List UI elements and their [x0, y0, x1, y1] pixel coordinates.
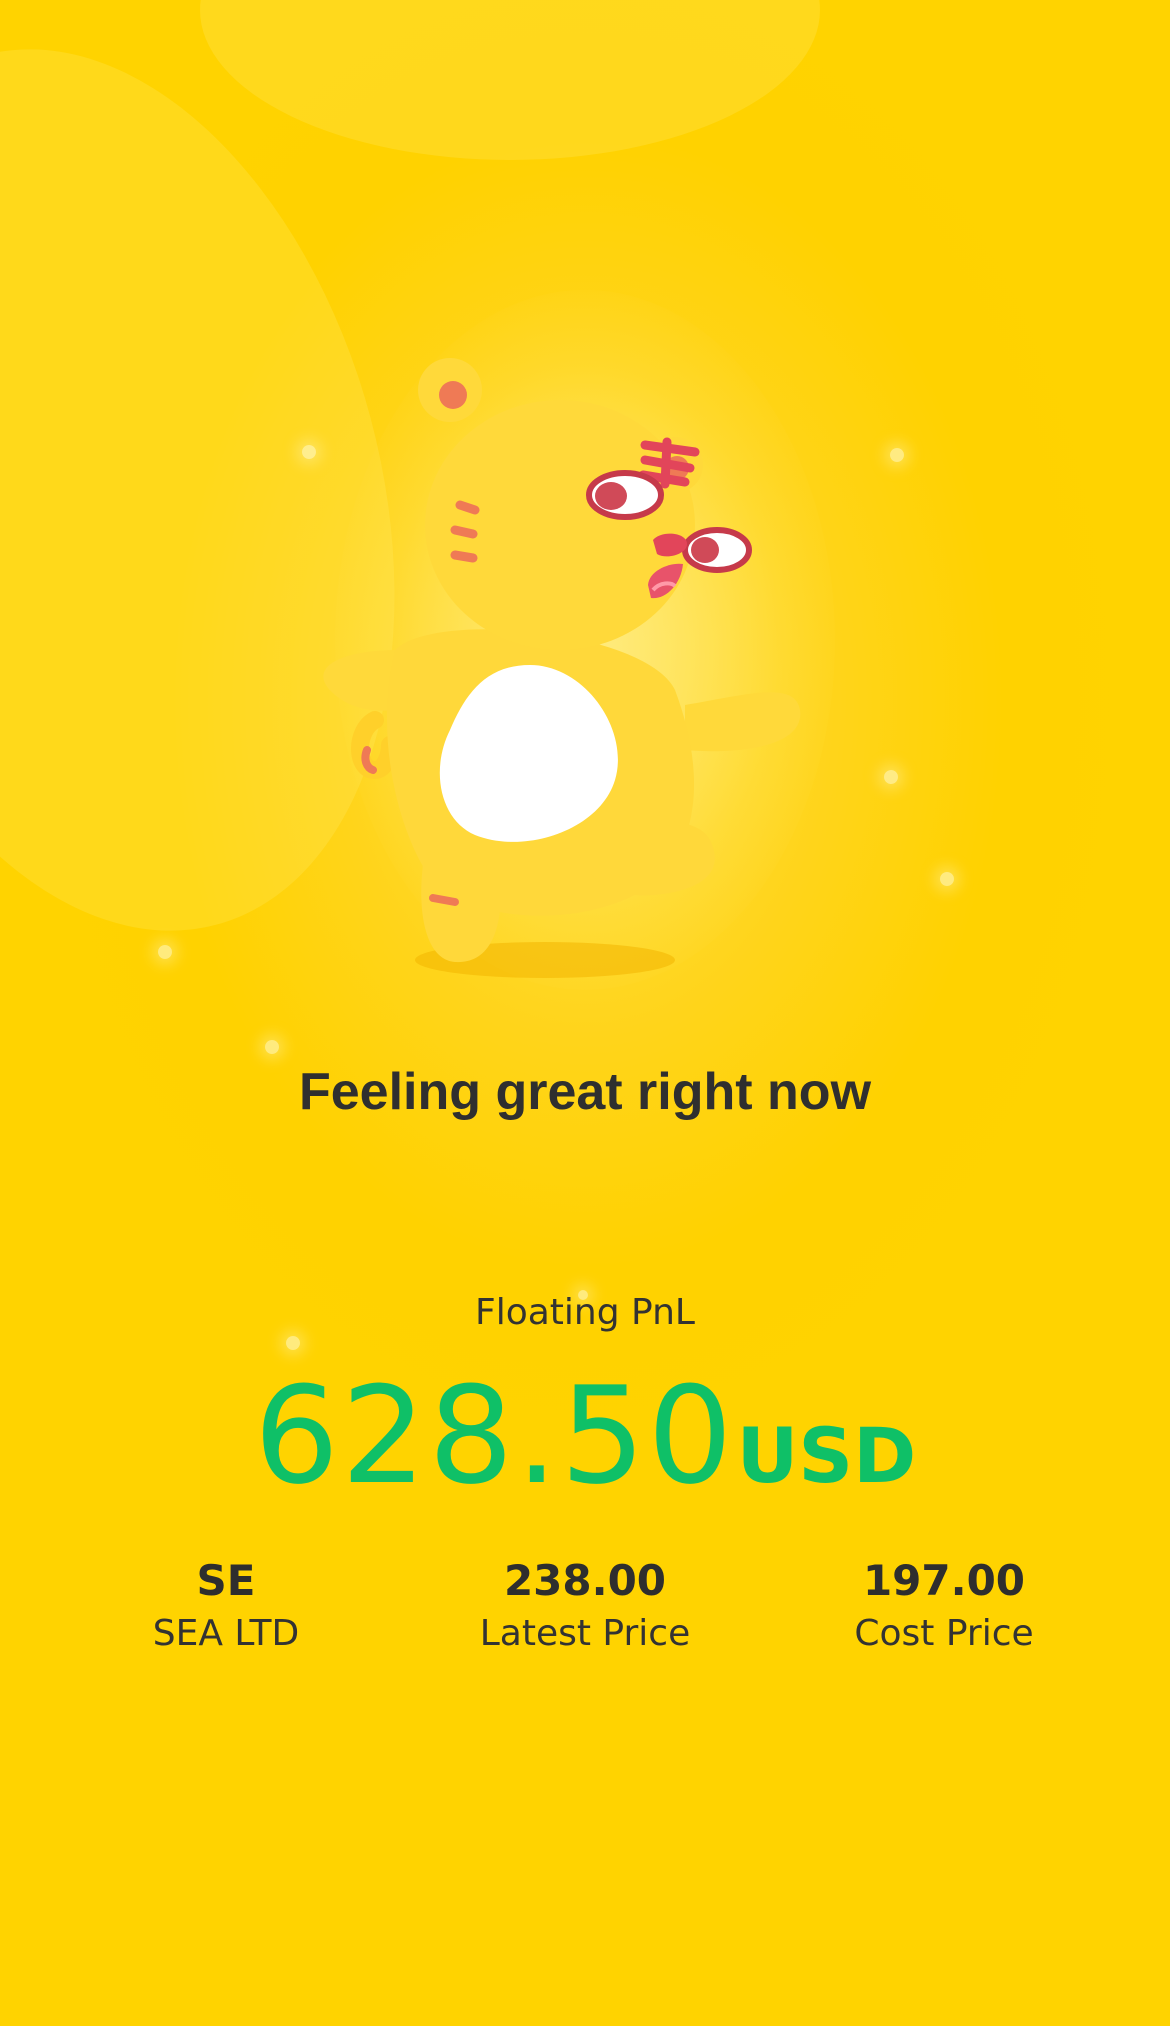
pnl-currency: USD	[736, 1411, 917, 1500]
stat-label: SEA LTD	[152, 1613, 300, 1654]
sparkle	[302, 445, 316, 459]
sparkle	[286, 1336, 300, 1350]
sparkle	[890, 448, 904, 462]
stat-label: Cost Price	[854, 1613, 1034, 1654]
sparkle	[265, 1040, 279, 1054]
stat-label: Latest Price	[479, 1613, 691, 1654]
sparkle	[158, 945, 172, 959]
background-wave	[200, 0, 820, 160]
floating-pnl-value: 628.50USD	[0, 1358, 1170, 1514]
stat-latest-price: 238.00 Latest Price	[425, 1555, 745, 1661]
floating-pnl-label: Floating PnL	[475, 1292, 695, 1333]
sparkle	[940, 872, 954, 886]
position-stats: SE SEA LTD 238.00 Latest Price 197.00 Co…	[0, 1555, 1170, 1675]
stat-value: 197.00	[862, 1556, 1026, 1605]
share-card: Feeling great right now Floating PnL 628…	[0, 0, 1170, 2026]
pnl-amount: 628.50	[253, 1358, 735, 1514]
stat-symbol: SE SEA LTD	[66, 1555, 386, 1661]
stat-value: SE	[196, 1556, 256, 1605]
stat-cost-price: 197.00 Cost Price	[784, 1555, 1104, 1661]
tiger-mascot-icon	[323, 358, 801, 978]
stat-value: 238.00	[503, 1556, 667, 1605]
mood-headline: Feeling great right now	[298, 1063, 872, 1121]
sparkle	[884, 770, 898, 784]
